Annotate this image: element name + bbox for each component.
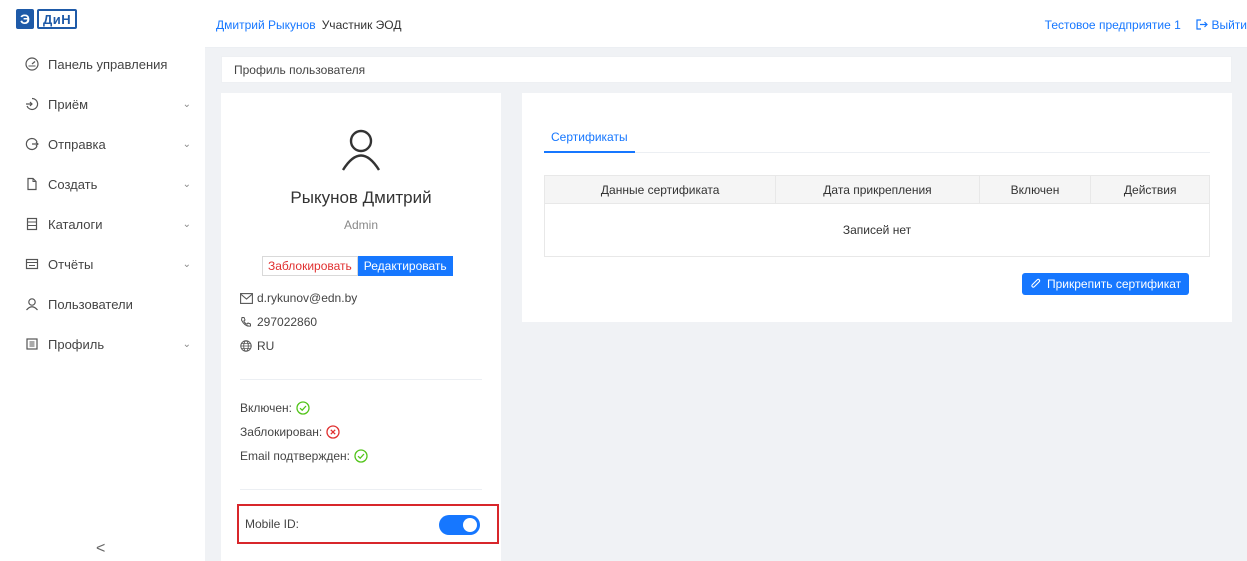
sidebar-item-label: Профиль (48, 336, 105, 352)
status-email-label: Email подтвержден: (240, 449, 350, 463)
breadcrumb: Профиль пользователя (221, 56, 1232, 83)
globe-icon (240, 340, 254, 352)
check-circle-icon (296, 401, 310, 415)
sidebar-item-dashboard[interactable]: Панель управления (0, 44, 205, 84)
toggle-knob (463, 518, 477, 532)
sidebar-collapse-button[interactable]: < (96, 540, 105, 558)
catalog-icon (24, 216, 40, 232)
profile-phone-value: 297022860 (257, 315, 318, 329)
close-circle-icon (326, 425, 340, 439)
sidebar-item-label: Приём (48, 96, 89, 112)
breadcrumb-current: Профиль пользователя (234, 62, 366, 77)
sidebar-item-label: Пользователи (48, 296, 133, 312)
top-right-area: Тестовое предприятие 1 Выйти (1045, 18, 1247, 32)
profile-icon (24, 336, 40, 352)
sidebar-item-label: Отчёты (48, 256, 94, 272)
company-link[interactable]: Тестовое предприятие 1 (1045, 18, 1181, 32)
user-avatar-icon (339, 127, 383, 171)
phone-icon (240, 316, 254, 328)
certificates-card: Сертификаты Данные сертификата Дата прик… (522, 93, 1232, 322)
dashboard-icon (24, 56, 40, 72)
profile-role: Admin (343, 218, 378, 232)
profile-card: Рыкунов Дмитрий Admin Заблокировать Реда… (221, 93, 501, 561)
certificates-table: Данные сертификата Дата прикрепления Вкл… (544, 175, 1210, 257)
sidebar-item-inbox[interactable]: Приём ⌄ (0, 84, 205, 124)
sidebar-menu: Панель управления Приём ⌄ Отправка ⌄ Соз… (0, 44, 205, 364)
status-blocked: Заблокирован: (240, 425, 340, 439)
block-user-button[interactable]: Заблокировать (262, 256, 358, 276)
top-user-info: Дмитрий Рыкунов Участник ЭОД (216, 18, 401, 32)
chevron-down-icon: ⌄ (182, 258, 191, 270)
sidebar-item-label: Панель управления (48, 56, 168, 72)
chevron-down-icon: ⌄ (182, 338, 191, 350)
table-empty-state: Записей нет (842, 223, 912, 237)
sidebar-item-label: Отправка (48, 136, 106, 152)
column-header[interactable]: Данные сертификата (545, 176, 777, 203)
sidebar-item-send[interactable]: Отправка ⌄ (0, 124, 205, 164)
profile-phone: 297022860 (240, 315, 317, 329)
profile-actions: Заблокировать Редактировать (262, 256, 453, 276)
paperclip-icon (1030, 278, 1041, 290)
logo-e: Э (16, 9, 34, 29)
column-header[interactable]: Действия (1091, 176, 1209, 203)
table-header: Данные сертификата Дата прикрепления Вкл… (545, 176, 1209, 204)
mobile-id-label: Mobile ID: (245, 517, 300, 531)
top-user-name[interactable]: Дмитрий Рыкунов (216, 18, 316, 32)
mobile-id-row: Mobile ID: (237, 504, 499, 544)
app-root: Э ДиН Панель управления Приём ⌄ Отправка… (0, 0, 1247, 561)
sidebar-item-users[interactable]: Пользователи (0, 284, 205, 324)
logo[interactable]: Э ДиН (16, 8, 84, 30)
sidebar-item-label: Создать (48, 176, 98, 192)
sidebar-item-catalogs[interactable]: Каталоги ⌄ (0, 204, 205, 244)
tab-certificates[interactable]: Сертификаты (544, 123, 635, 153)
divider (240, 379, 482, 380)
chevron-down-icon: ⌄ (182, 178, 191, 190)
chevron-down-icon: ⌄ (182, 218, 191, 230)
edit-user-button[interactable]: Редактировать (357, 256, 453, 276)
users-icon (24, 296, 40, 312)
topbar: Дмитрий Рыкунов Участник ЭОД Тестовое пре… (205, 0, 1247, 48)
status-email-confirmed: Email подтвержден: (240, 449, 368, 463)
sidebar-item-profile[interactable]: Профиль ⌄ (0, 324, 205, 364)
sidebar-item-create[interactable]: Создать ⌄ (0, 164, 205, 204)
column-header[interactable]: Дата прикрепления (776, 176, 980, 203)
logout-label: Выйти (1211, 18, 1247, 32)
status-blocked-label: Заблокирован: (240, 425, 323, 439)
sidebar-item-label: Каталоги (48, 216, 103, 232)
login-icon (24, 96, 40, 112)
chevron-down-icon: ⌄ (182, 138, 191, 150)
top-user-role: Участник ЭОД (321, 18, 402, 32)
logout-button[interactable]: Выйти (1196, 18, 1247, 32)
profile-language-value: RU (257, 339, 275, 353)
mail-icon (240, 292, 254, 304)
profile-language: RU (240, 339, 274, 353)
logo-din: ДиН (37, 9, 78, 29)
report-icon (24, 256, 40, 272)
attach-certificate-label: Прикрепить сертификат (1047, 277, 1182, 291)
logout-icon (1196, 18, 1211, 32)
sidebar: Э ДиН Панель управления Приём ⌄ Отправка… (0, 0, 205, 561)
divider (240, 489, 482, 490)
chevron-down-icon: ⌄ (182, 98, 191, 110)
profile-email-value: d.rykunov@edn.by (257, 291, 358, 305)
status-enabled-label: Включен: (240, 401, 293, 415)
check-circle-icon (354, 449, 368, 463)
attach-certificate-button[interactable]: Прикрепить сертификат (1022, 273, 1190, 295)
column-header[interactable]: Включен (980, 176, 1092, 203)
sidebar-item-reports[interactable]: Отчёты ⌄ (0, 244, 205, 284)
mobile-id-toggle[interactable] (439, 515, 480, 535)
send-icon (24, 136, 40, 152)
profile-name: Рыкунов Дмитрий (290, 188, 432, 207)
status-enabled: Включен: (240, 401, 310, 415)
profile-email: d.rykunov@edn.by (240, 291, 357, 305)
file-icon (24, 176, 40, 192)
tabs: Сертификаты (544, 123, 1210, 153)
